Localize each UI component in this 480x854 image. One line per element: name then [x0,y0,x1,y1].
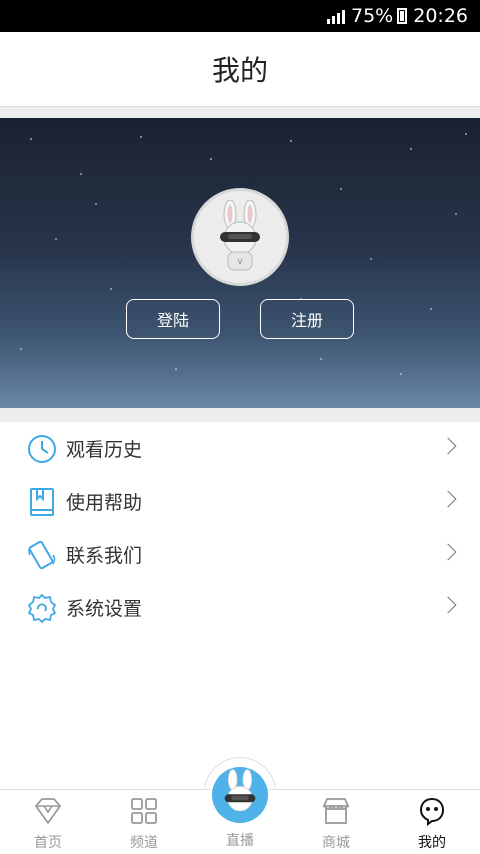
tab-live[interactable] [212,767,268,823]
tab-shop[interactable]: 商城 [288,790,384,854]
settings-menu: 观看历史 使用帮助 联系我们 系统设置 [0,422,480,634]
svg-text:V: V [238,258,243,266]
page-title: 我的 [211,54,268,87]
phone-icon [26,539,58,571]
page-header: 我的 [0,32,480,106]
diamond-icon [33,796,63,826]
status-bar: 75% 20:26 [0,0,480,32]
chevron-right-icon [439,490,457,508]
grid-icon [129,796,159,826]
profile-banner: V 登陆 注册 [0,118,480,408]
tab-label: 频道 [130,835,158,851]
menu-item-watch-history[interactable]: 观看历史 [0,422,480,475]
divider [0,106,480,118]
menu-item-settings[interactable]: 系统设置 [0,581,480,634]
clock-time: 20:26 [413,5,468,27]
chevron-right-icon [439,596,457,614]
menu-item-label: 使用帮助 [66,492,143,514]
chevron-right-icon [439,437,457,455]
battery-percent: 75% [351,5,394,27]
menu-item-help[interactable]: 使用帮助 [0,475,480,528]
tab-channels[interactable]: 频道 [96,790,192,854]
menu-item-label: 观看历史 [66,439,143,461]
tab-label: 首页 [34,835,62,851]
rabbit-mascot-icon: V [220,200,260,271]
mascot-icon [224,769,256,812]
tab-live-label: 直播 [226,833,254,849]
register-button[interactable]: 注册 [260,299,354,339]
signal-icon [327,8,345,24]
book-icon [26,486,58,518]
divider [0,408,480,422]
login-button[interactable]: 登陆 [126,299,220,339]
tab-label: 商城 [322,835,350,851]
settings-icon [26,592,58,624]
tab-home[interactable]: 首页 [0,790,96,854]
face-icon [417,796,447,826]
avatar[interactable]: V [191,188,289,286]
tab-mine[interactable]: 我的 [384,790,480,854]
chevron-right-icon [439,543,457,561]
menu-item-label: 联系我们 [66,545,143,567]
tab-label: 我的 [418,835,446,851]
menu-item-contact[interactable]: 联系我们 [0,528,480,581]
menu-item-label: 系统设置 [66,598,143,620]
shop-icon [321,796,351,826]
clock-icon [26,433,58,465]
battery-icon [397,8,408,24]
